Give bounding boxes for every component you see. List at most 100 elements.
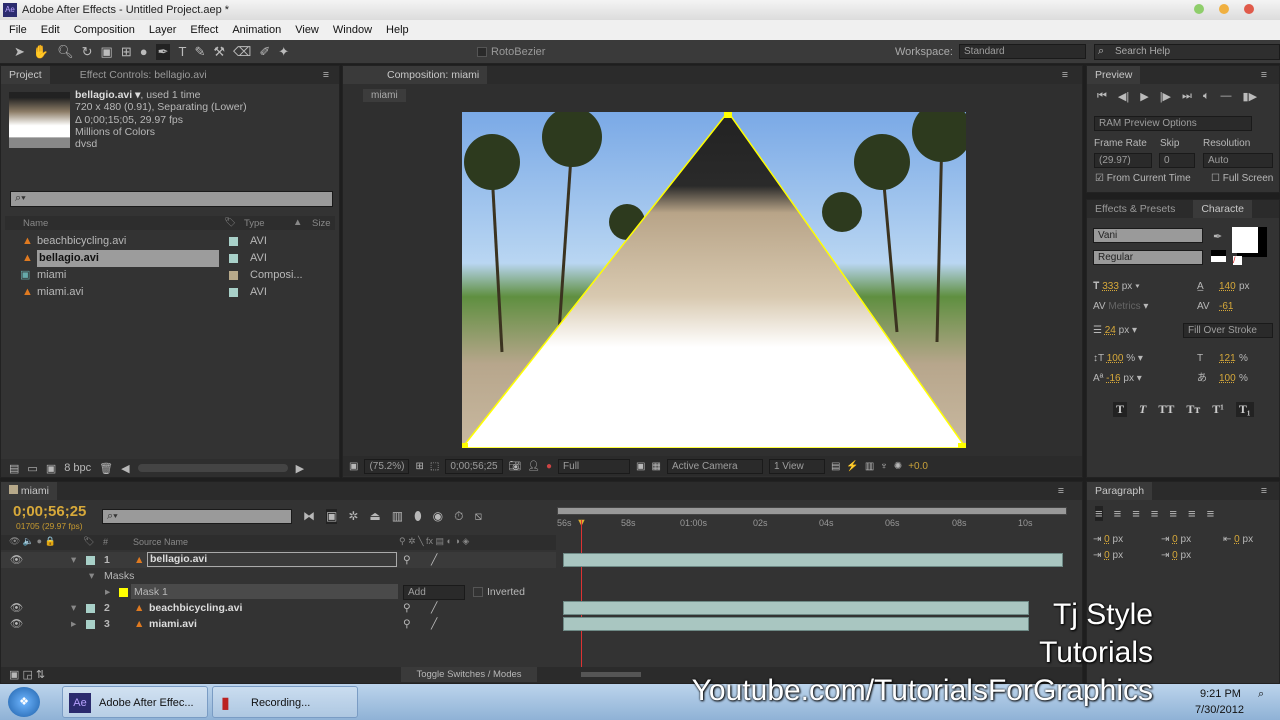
black-white-swatch[interactable] <box>1211 250 1226 262</box>
clone-stamp-tool-icon[interactable]: ⚒ <box>213 44 225 60</box>
font-family-dropdown[interactable]: Vani <box>1093 228 1203 243</box>
panel-menu-icon[interactable]: ≡ <box>323 69 329 81</box>
layer-duration-bar[interactable] <box>563 553 1063 567</box>
camera-dropdown[interactable]: Active Camera <box>666 458 763 474</box>
tsume-value[interactable]: 100 <box>1219 369 1236 389</box>
brainstorm-icon[interactable]: ◉ <box>433 509 443 524</box>
puppet-tool-icon[interactable]: ✦ <box>278 44 289 60</box>
kerning-value[interactable]: Metrics <box>1108 301 1140 312</box>
timeline-current-time[interactable]: 0;00;56;25 <box>13 503 86 520</box>
justify-right-icon[interactable]: ≡ <box>1188 506 1196 521</box>
footer-icons[interactable]: ▣ ◲ ⇅ <box>9 668 45 681</box>
exposure-icon[interactable]: ✺ <box>894 461 902 472</box>
horizontal-scrollbar[interactable] <box>137 464 288 472</box>
mask-mode-dropdown[interactable]: Add <box>403 585 465 600</box>
mask-vertex[interactable] <box>462 443 468 448</box>
project-item[interactable]: ▲ bellagio.avi AVI <box>5 250 325 267</box>
project-item[interactable]: ▣ miami Composi... <box>5 267 325 284</box>
work-area-bar[interactable] <box>557 507 1067 515</box>
layer-name[interactable]: bellagio.avi <box>147 552 397 567</box>
menu-layer[interactable]: Layer <box>149 24 177 36</box>
first-frame-icon[interactable]: ⏮ <box>1097 90 1107 103</box>
composition-mini-flowchart-icon[interactable]: ⧓ <box>303 509 315 524</box>
minimize-button[interactable] <box>1194 4 1204 14</box>
search-help-input[interactable]: Search Help <box>1094 44 1280 60</box>
flowchart-icon[interactable]: ♆ <box>880 461 888 472</box>
vertical-scale-value[interactable]: 100 <box>1107 353 1124 364</box>
visibility-eye-icon[interactable]: 👁 <box>10 616 23 632</box>
selection-tool-icon[interactable]: ➤ <box>14 44 25 60</box>
font-size-value[interactable]: 333 <box>1102 281 1119 292</box>
column-source-name[interactable]: Source Name <box>133 537 188 547</box>
timeline-icon[interactable]: ▥ <box>865 461 874 472</box>
expand-arrow-icon[interactable]: ▾ <box>89 568 94 584</box>
composition-breadcrumb[interactable]: miami <box>363 89 406 102</box>
from-current-time-checkbox[interactable]: ☑ From Current Time <box>1095 173 1191 184</box>
timeline-search-input[interactable]: ⌕▾ <box>102 509 292 524</box>
all-caps-button[interactable]: TT <box>1158 402 1174 417</box>
shy-switch-icon[interactable]: ⚲ <box>403 616 411 632</box>
inverted-checkbox[interactable] <box>473 587 483 597</box>
no-color-icon[interactable]: / <box>1233 256 1242 265</box>
frame-rate-dropdown[interactable]: (29.97) <box>1094 153 1152 168</box>
pan-behind-tool-icon[interactable]: ⊞ <box>121 44 132 60</box>
space-before-field[interactable]: ⇥ 0 px <box>1093 550 1123 561</box>
stroke-width-value[interactable]: 24 <box>1105 325 1116 336</box>
column-type[interactable]: Type <box>244 218 265 229</box>
tracking-value[interactable]: -61 <box>1219 297 1233 317</box>
auto-keyframe-icon[interactable]: ⏱ <box>454 509 463 524</box>
subscript-button[interactable]: T₁ <box>1235 402 1254 417</box>
tab-effect-controls[interactable]: Effect Controls: bellagio.avi <box>50 66 215 84</box>
current-time-field[interactable]: 0;00;56;25 <box>445 458 503 474</box>
new-composition-icon[interactable]: ▣ <box>46 462 56 475</box>
bpc-button[interactable]: 8 bpc <box>64 462 91 474</box>
menu-edit[interactable]: Edit <box>41 24 60 36</box>
mask-row[interactable]: ▸ Mask 1 Add Inverted <box>1 584 556 600</box>
shy-switch-icon[interactable]: ⚲ <box>403 552 411 568</box>
snapshot-icon[interactable]: 📷︎ <box>509 461 522 472</box>
ram-preview-options-dropdown[interactable]: RAM Preview Options <box>1094 116 1252 131</box>
expand-arrow-icon[interactable]: ▸ <box>105 584 110 600</box>
brush-tool-icon[interactable]: ✎ <box>194 44 205 60</box>
tab-preview[interactable]: Preview <box>1087 66 1141 84</box>
hand-tool-icon[interactable]: ✋ <box>33 44 49 60</box>
close-button[interactable] <box>1244 4 1254 14</box>
rotate-tool-icon[interactable]: ↻ <box>82 44 93 60</box>
label-swatch[interactable] <box>86 604 95 613</box>
next-frame-icon[interactable]: |▶ <box>1160 90 1171 103</box>
panel-menu-icon[interactable]: ≡ <box>1058 485 1064 497</box>
clock-time[interactable]: 9:21 PM <box>1200 688 1241 700</box>
project-search-input[interactable]: ⌕▾ <box>10 191 333 207</box>
label-column-icon[interactable]: 🏷 <box>224 217 236 228</box>
panel-menu-icon[interactable]: ≡ <box>1062 69 1068 81</box>
masks-group-row[interactable]: ▾ Masks <box>1 568 556 584</box>
justify-left-icon[interactable]: ≡ <box>1151 506 1159 521</box>
superscript-button[interactable]: T¹ <box>1212 402 1224 417</box>
faux-bold-button[interactable]: T <box>1113 402 1128 417</box>
time-ruler[interactable]: 56s 58s 01:00s 02s 04s 06s 08s 10s ▼ <box>557 516 1067 534</box>
taskbar-item-after-effects[interactable]: Ae Adobe After Effec... <box>62 686 208 718</box>
mask-color-swatch[interactable] <box>119 588 128 597</box>
interpret-footage-icon[interactable]: ▤ <box>9 462 19 475</box>
last-frame-icon[interactable]: ⏭ <box>1182 90 1192 103</box>
menu-help[interactable]: Help <box>386 24 409 36</box>
font-style-dropdown[interactable]: Regular <box>1093 250 1203 265</box>
menu-composition[interactable]: Composition <box>74 24 135 36</box>
layer-name[interactable]: beachbicycling.avi <box>149 600 242 616</box>
taskbar-item-recording[interactable]: ▮ Recording... <box>212 686 358 718</box>
expand-arrow-icon[interactable]: ▸ <box>71 616 76 632</box>
quality-switch-icon[interactable]: ╱ <box>431 600 437 616</box>
skip-dropdown[interactable]: 0 <box>1159 153 1195 168</box>
roto-brush-tool-icon[interactable]: ✐ <box>259 44 270 60</box>
horizontal-scale-value[interactable]: 121 <box>1219 349 1236 369</box>
column-name[interactable]: Name <box>23 218 48 229</box>
always-preview-icon[interactable]: ▣ <box>349 461 358 472</box>
shy-switch-icon[interactable]: ⚲ <box>403 600 411 616</box>
align-left-icon[interactable]: ≡ <box>1095 506 1103 521</box>
menu-effect[interactable]: Effect <box>190 24 218 36</box>
align-right-icon[interactable]: ≡ <box>1132 506 1140 521</box>
project-item[interactable]: ▲ miami.avi AVI <box>5 284 325 301</box>
live-update-icon[interactable]: ▣ <box>326 509 338 524</box>
faux-italic-button[interactable]: T <box>1139 402 1146 417</box>
tab-effects-presets[interactable]: Effects & Presets <box>1087 200 1183 218</box>
